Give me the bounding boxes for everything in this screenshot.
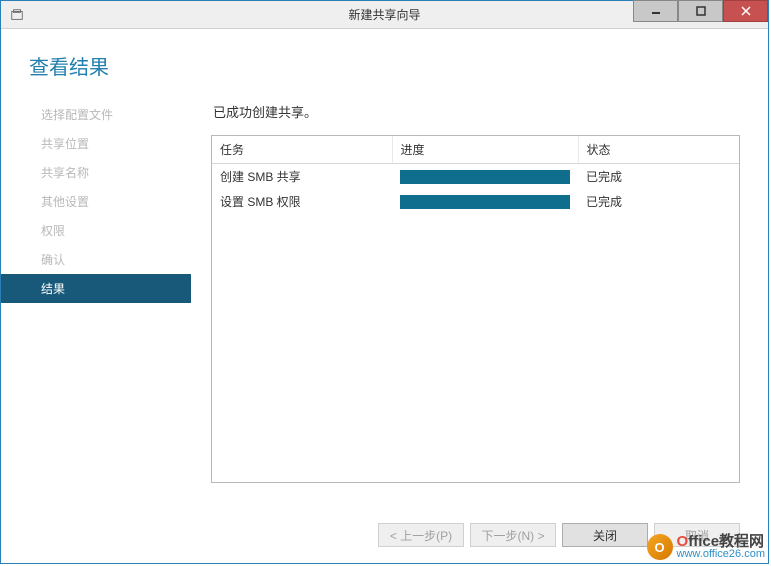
- body: 选择配置文件 共享位置 共享名称 其他设置 权限 确认 结果 已成功创建共享。 …: [1, 98, 768, 509]
- step-confirm: 确认: [1, 245, 191, 274]
- page-heading: 查看结果: [1, 29, 768, 98]
- titlebar: 新建共享向导: [1, 1, 768, 29]
- step-permissions: 权限: [1, 216, 191, 245]
- cell-task: 设置 SMB 权限: [212, 189, 392, 214]
- window-controls: [633, 1, 768, 28]
- close-button[interactable]: [723, 0, 768, 22]
- step-share-name: 共享名称: [1, 158, 191, 187]
- cell-status: 已完成: [578, 164, 739, 190]
- cell-task: 创建 SMB 共享: [212, 164, 392, 190]
- wizard-footer: < 上一步(P) 下一步(N) > 关闭 取消: [1, 509, 768, 563]
- results-table-container: 任务 进度 状态 创建 SMB 共享 已完成: [211, 135, 740, 483]
- progress-bar: [400, 195, 570, 209]
- cell-progress: [392, 164, 578, 190]
- prev-button: < 上一步(P): [378, 523, 464, 547]
- table-row[interactable]: 设置 SMB 权限 已完成: [212, 189, 739, 214]
- col-header-progress[interactable]: 进度: [392, 136, 578, 164]
- step-select-profile: 选择配置文件: [1, 100, 191, 129]
- col-header-status[interactable]: 状态: [578, 136, 739, 164]
- step-other-settings: 其他设置: [1, 187, 191, 216]
- cancel-button: 取消: [654, 523, 740, 547]
- table-row[interactable]: 创建 SMB 共享 已完成: [212, 164, 739, 190]
- wizard-window: 新建共享向导 查看结果 选择配置文件 共享位置 共享名称 其他设置 权限 确认 …: [0, 0, 769, 564]
- next-button: 下一步(N) >: [470, 523, 556, 547]
- wizard-steps-sidebar: 选择配置文件 共享位置 共享名称 其他设置 权限 确认 结果: [1, 98, 191, 509]
- cell-status: 已完成: [578, 189, 739, 214]
- step-results[interactable]: 结果: [1, 274, 191, 303]
- cell-progress: [392, 189, 578, 214]
- col-header-task[interactable]: 任务: [212, 136, 392, 164]
- close-wizard-button[interactable]: 关闭: [562, 523, 648, 547]
- status-message: 已成功创建共享。: [211, 98, 740, 135]
- progress-bar: [400, 170, 570, 184]
- content: 查看结果 选择配置文件 共享位置 共享名称 其他设置 权限 确认 结果 已成功创…: [1, 29, 768, 563]
- step-share-location: 共享位置: [1, 129, 191, 158]
- results-table: 任务 进度 状态 创建 SMB 共享 已完成: [212, 136, 739, 214]
- minimize-button[interactable]: [633, 0, 678, 22]
- main-panel: 已成功创建共享。 任务 进度 状态 创建 SMB 共享: [191, 98, 768, 509]
- app-icon: [7, 5, 27, 25]
- maximize-button[interactable]: [678, 0, 723, 22]
